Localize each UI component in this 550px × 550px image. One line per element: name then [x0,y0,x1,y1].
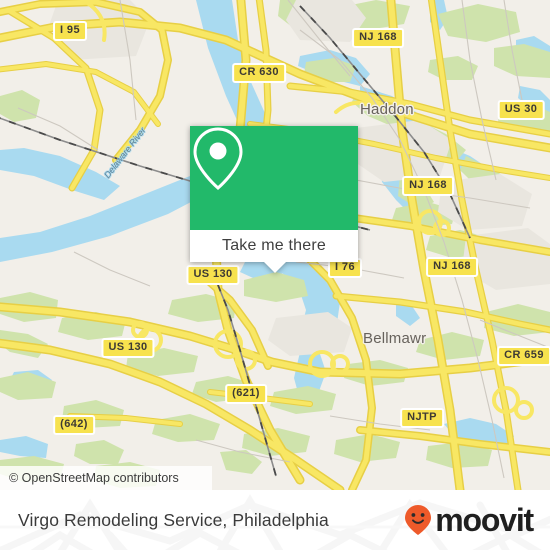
map-pin-icon [193,127,243,190]
osm-attribution[interactable]: © OpenStreetMap contributors [0,466,212,490]
footer-place-title: Virgo Remodeling Service, Philadelphia [18,509,329,530]
location-popup[interactable]: Take me there [190,126,358,273]
moovit-logo[interactable]: moovit [404,490,534,550]
popup-pointer [264,262,286,273]
moovit-smiley-pin-icon [405,505,432,535]
map-screenshot: Delaware River Haddon Bellmawr I 95 CR 6… [0,0,550,550]
popup-marker-panel [190,126,358,230]
map-canvas[interactable]: Delaware River Haddon Bellmawr I 95 CR 6… [0,0,550,490]
take-me-there-button[interactable]: Take me there [190,230,358,262]
footer-bar: Virgo Remodeling Service, Philadelphia m… [0,490,550,550]
moovit-wordmark: moovit [435,502,534,538]
